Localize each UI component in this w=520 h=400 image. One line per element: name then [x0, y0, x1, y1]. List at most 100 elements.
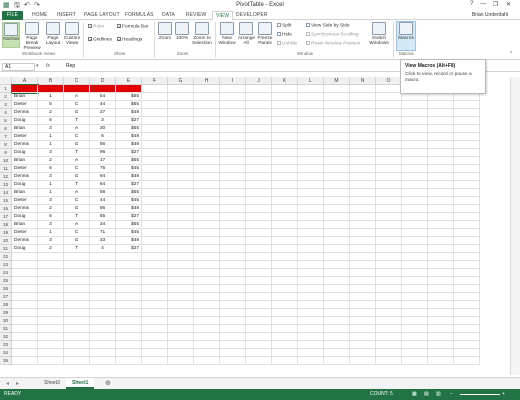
empty-cell[interactable]: [194, 317, 220, 325]
empty-cell[interactable]: [12, 357, 38, 365]
vertical-scrollbar[interactable]: [510, 77, 520, 375]
empty-cell[interactable]: [298, 157, 324, 165]
empty-cell[interactable]: [402, 141, 428, 149]
empty-cell[interactable]: [272, 293, 298, 301]
empty-cell[interactable]: [194, 189, 220, 197]
empty-cell[interactable]: [272, 261, 298, 269]
empty-cell[interactable]: [454, 277, 480, 285]
empty-cell[interactable]: [298, 93, 324, 101]
empty-cell[interactable]: [64, 269, 90, 277]
empty-cell[interactable]: [246, 253, 272, 261]
ruler-checkbox[interactable]: ✓Ruler: [88, 24, 104, 29]
header-cell[interactable]: Product: [64, 85, 90, 93]
empty-cell[interactable]: [376, 157, 402, 165]
table-cell[interactable]: 4: [90, 245, 116, 253]
empty-cell[interactable]: [376, 125, 402, 133]
empty-cell[interactable]: [350, 197, 376, 205]
table-cell[interactable]: 34: [90, 221, 116, 229]
table-cell[interactable]: 96: [90, 205, 116, 213]
table-cell[interactable]: 1: [38, 181, 64, 189]
empty-cell[interactable]: [298, 261, 324, 269]
empty-cell[interactable]: [350, 285, 376, 293]
empty-cell[interactable]: [168, 173, 194, 181]
empty-cell[interactable]: [428, 333, 454, 341]
table-cell[interactable]: Dennis: [12, 141, 38, 149]
empty-cell[interactable]: [324, 325, 350, 333]
empty-cell[interactable]: [298, 165, 324, 173]
empty-cell[interactable]: [324, 117, 350, 125]
row-header[interactable]: 34: [0, 349, 12, 357]
empty-cell[interactable]: [116, 253, 142, 261]
empty-cell[interactable]: [12, 333, 38, 341]
empty-cell[interactable]: [64, 309, 90, 317]
row-header[interactable]: 18: [0, 221, 12, 229]
table-cell[interactable]: Dieter: [12, 133, 38, 141]
empty-cell[interactable]: [220, 101, 246, 109]
empty-cell[interactable]: [428, 357, 454, 365]
empty-cell[interactable]: [116, 325, 142, 333]
name-box[interactable]: A1: [2, 63, 35, 71]
empty-cell[interactable]: [350, 237, 376, 245]
row-header[interactable]: 31: [0, 325, 12, 333]
empty-cell[interactable]: [38, 261, 64, 269]
table-cell[interactable]: 96: [90, 149, 116, 157]
empty-cell[interactable]: [402, 125, 428, 133]
table-cell[interactable]: 1: [38, 133, 64, 141]
empty-cell[interactable]: [402, 213, 428, 221]
empty-cell[interactable]: [246, 165, 272, 173]
empty-cell[interactable]: [142, 117, 168, 125]
switch-windows-button[interactable]: Switch Windows: [368, 22, 390, 48]
table-cell[interactable]: T: [64, 181, 90, 189]
empty-cell[interactable]: [402, 221, 428, 229]
empty-cell[interactable]: [38, 317, 64, 325]
table-cell[interactable]: 3: [38, 149, 64, 157]
empty-cell[interactable]: [272, 245, 298, 253]
empty-cell[interactable]: [454, 133, 480, 141]
empty-cell[interactable]: [298, 301, 324, 309]
empty-cell[interactable]: [90, 349, 116, 357]
empty-cell[interactable]: [246, 349, 272, 357]
empty-cell[interactable]: [272, 285, 298, 293]
empty-cell[interactable]: [168, 157, 194, 165]
empty-cell[interactable]: [12, 309, 38, 317]
empty-cell[interactable]: [272, 197, 298, 205]
headings-checkbox[interactable]: ✓Headings: [117, 37, 142, 42]
empty-cell[interactable]: [64, 317, 90, 325]
table-cell[interactable]: 5: [38, 101, 64, 109]
table-cell[interactable]: 3: [38, 173, 64, 181]
empty-cell[interactable]: [194, 357, 220, 365]
empty-cell[interactable]: [246, 189, 272, 197]
empty-cell[interactable]: [142, 269, 168, 277]
empty-cell[interactable]: [142, 173, 168, 181]
empty-cell[interactable]: [272, 205, 298, 213]
column-header-d[interactable]: D: [90, 77, 116, 85]
empty-cell[interactable]: [350, 149, 376, 157]
empty-cell[interactable]: [402, 277, 428, 285]
empty-cell[interactable]: [168, 197, 194, 205]
empty-cell[interactable]: [402, 149, 428, 157]
empty-cell[interactable]: [116, 277, 142, 285]
empty-cell[interactable]: [324, 101, 350, 109]
empty-cell[interactable]: [90, 357, 116, 365]
unhide-button[interactable]: Unhide: [277, 41, 297, 46]
empty-cell[interactable]: [454, 109, 480, 117]
empty-cell[interactable]: [220, 189, 246, 197]
empty-cell[interactable]: [246, 181, 272, 189]
tab-file[interactable]: FILE: [2, 11, 23, 20]
empty-cell[interactable]: [350, 93, 376, 101]
empty-cell[interactable]: [350, 301, 376, 309]
row-header[interactable]: 24: [0, 269, 12, 277]
empty-cell[interactable]: [402, 285, 428, 293]
empty-cell[interactable]: [220, 93, 246, 101]
zoom-button[interactable]: Zoom: [157, 22, 173, 48]
empty-cell[interactable]: [142, 149, 168, 157]
empty-cell[interactable]: [142, 285, 168, 293]
empty-cell[interactable]: [428, 117, 454, 125]
freeze-panes-button[interactable]: Freeze Panes: [256, 22, 274, 48]
empty-cell[interactable]: [272, 357, 298, 365]
empty-cell[interactable]: [246, 85, 272, 93]
empty-cell[interactable]: [324, 125, 350, 133]
empty-cell[interactable]: [246, 125, 272, 133]
empty-cell[interactable]: [324, 141, 350, 149]
column-header-c[interactable]: C: [64, 77, 90, 85]
